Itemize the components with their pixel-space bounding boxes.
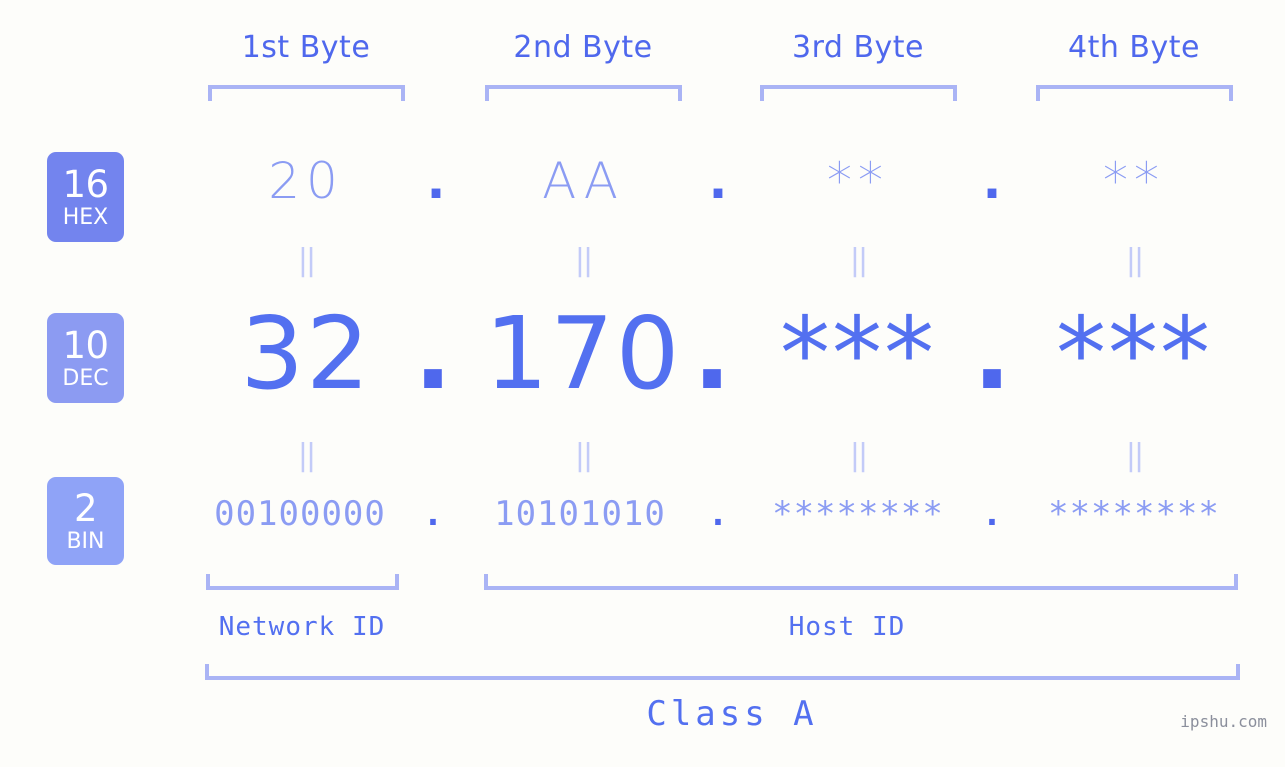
host-id-caption: Host ID: [788, 612, 906, 642]
hex-separator-2: .: [708, 152, 728, 210]
byte-bracket-3: [760, 85, 957, 101]
dec-byte-3-value: ***: [780, 295, 936, 412]
hex-separator-1: .: [426, 152, 446, 210]
dec-separator-1: .: [414, 295, 452, 412]
bin-byte-2-value: 10101010: [494, 494, 666, 534]
site-watermark: ipshu.com: [1180, 712, 1267, 731]
base-badge-hex: 16 HEX: [47, 152, 124, 242]
ip-address-breakdown-diagram: 1st Byte 2nd Byte 3rd Byte 4th Byte 16 H…: [0, 0, 1285, 767]
equals-mark-hex-dec-2: ||: [574, 243, 593, 278]
hex-byte-3-value: **: [827, 152, 889, 210]
equals-mark-hex-dec-1: ||: [297, 243, 316, 278]
class-bracket: [205, 664, 1240, 680]
equals-mark-dec-bin-4: ||: [1125, 438, 1144, 473]
byte-header-1: 1st Byte: [241, 30, 371, 65]
byte-header-4: 4th Byte: [1068, 30, 1200, 65]
bin-byte-4-value: ********: [1048, 494, 1220, 534]
dec-byte-2-value: 170: [484, 295, 682, 412]
network-id-caption: Network ID: [218, 612, 386, 642]
byte-bracket-4: [1036, 85, 1233, 101]
base-badge-dec-label: DEC: [62, 365, 109, 391]
base-badge-bin: 2 BIN: [47, 477, 124, 565]
bin-byte-3-value: ********: [772, 494, 944, 534]
hex-separator-3: .: [982, 152, 1002, 210]
equals-mark-dec-bin-2: ||: [574, 438, 593, 473]
base-badge-bin-number: 2: [73, 486, 98, 530]
byte-bracket-1: [208, 85, 405, 101]
equals-mark-hex-dec-4: ||: [1125, 243, 1144, 278]
equals-mark-dec-bin-3: ||: [849, 438, 868, 473]
base-badge-bin-label: BIN: [66, 528, 105, 554]
class-caption: Class A: [646, 694, 818, 734]
base-badge-dec-number: 10: [62, 323, 109, 367]
byte-header-2: 2nd Byte: [513, 30, 653, 65]
byte-bracket-2: [485, 85, 682, 101]
hex-byte-1-value: 20: [268, 152, 344, 210]
base-badge-hex-label: HEX: [62, 204, 109, 230]
equals-mark-hex-dec-3: ||: [849, 243, 868, 278]
dec-byte-1-value: 32: [240, 295, 372, 412]
base-badge-hex-number: 16: [62, 162, 109, 206]
hex-byte-2-value: AA: [542, 152, 624, 210]
bin-byte-1-value: 00100000: [214, 494, 386, 534]
byte-header-3: 3rd Byte: [791, 30, 925, 65]
host-id-bracket: [484, 574, 1238, 590]
network-id-bracket: [206, 574, 399, 590]
hex-byte-4-value: **: [1103, 152, 1165, 210]
dec-separator-2: .: [693, 295, 731, 412]
base-badge-dec: 10 DEC: [47, 313, 124, 403]
equals-mark-dec-bin-1: ||: [297, 438, 316, 473]
dec-byte-4-value: ***: [1056, 295, 1212, 412]
